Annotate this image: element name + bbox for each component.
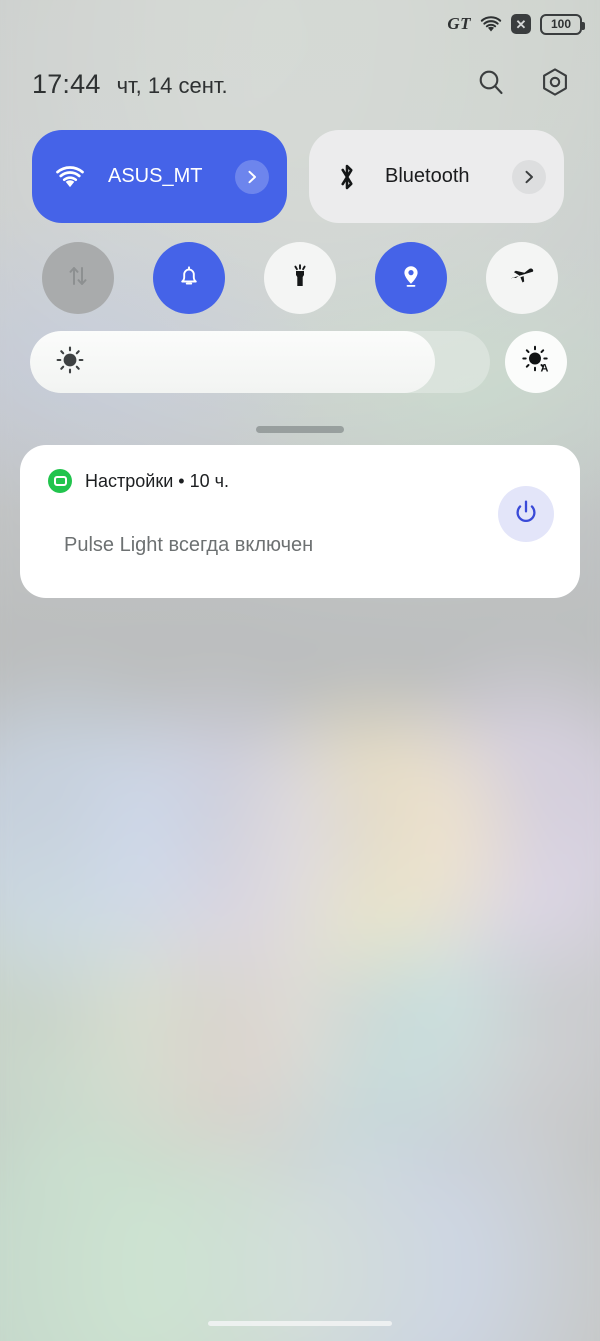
auto-brightness-button[interactable]: A — [505, 331, 567, 393]
notification-app-meta: Настройки • 10 ч. — [85, 470, 229, 491]
wifi-tile-label: ASUS_MT — [108, 165, 203, 187]
notification-power-button[interactable] — [498, 486, 554, 542]
brightness-row: A — [0, 330, 600, 394]
quick-settings-screen: GT ✕ 100 17:44 чт, 14 сент. ASUS_MT Blue… — [0, 0, 600, 1341]
chevron-right-icon[interactable] — [512, 159, 546, 194]
notification-card[interactable]: Настройки • 10 ч. Pulse Light всегда вкл… — [20, 445, 580, 598]
sound-mode-toggle[interactable] — [153, 242, 225, 314]
battery-indicator: 100 — [540, 13, 585, 35]
quick-settings-header: 17:44 чт, 14 сент. — [0, 58, 600, 110]
search-icon[interactable] — [476, 67, 506, 102]
home-indicator[interactable] — [208, 1321, 392, 1326]
bluetooth-icon — [331, 162, 363, 192]
mobile-data-toggle[interactable] — [42, 242, 114, 314]
airplane-icon — [507, 261, 537, 296]
flashlight-icon — [286, 261, 314, 296]
clock-date-group: 17:44 чт, 14 сент. — [32, 69, 228, 100]
bluetooth-tile-label: Bluetooth — [385, 165, 470, 187]
brightness-auto-icon: A — [519, 343, 553, 382]
header-actions — [476, 67, 570, 102]
flashlight-toggle[interactable] — [264, 242, 336, 314]
date-label: чт, 14 сент. — [116, 72, 228, 98]
auto-brightness-letter: A — [541, 362, 549, 374]
bell-icon — [174, 261, 204, 296]
bluetooth-tile[interactable]: Bluetooth — [309, 130, 564, 223]
clock-label: 17:44 — [32, 68, 101, 99]
gear-icon[interactable] — [540, 67, 570, 102]
status-bar: GT ✕ 100 — [0, 0, 600, 48]
wifi-icon — [480, 15, 502, 33]
settings-app-icon — [48, 469, 72, 493]
location-toggle[interactable] — [375, 242, 447, 314]
brightness-sun-icon — [54, 344, 86, 381]
panel-drag-handle[interactable] — [256, 426, 344, 433]
power-icon — [511, 497, 541, 532]
quick-toggles-row — [0, 242, 600, 314]
notification-header: Настройки • 10 ч. — [48, 469, 580, 493]
airplane-mode-toggle[interactable] — [486, 242, 558, 314]
wifi-tile[interactable]: ASUS_MT — [32, 130, 287, 223]
location-pin-icon — [397, 261, 425, 296]
brightness-slider[interactable] — [30, 331, 490, 393]
notification-body-text: Pulse Light всегда включен — [64, 534, 314, 556]
carrier-logo: GT — [447, 14, 471, 33]
x-badge-icon: ✕ — [511, 14, 531, 34]
chevron-right-icon[interactable] — [235, 159, 269, 194]
battery-level-label: 100 — [550, 17, 572, 31]
mobile-data-icon — [64, 262, 92, 295]
connectivity-tiles-row: ASUS_MT Bluetooth — [32, 130, 564, 223]
brightness-slider-fill — [30, 331, 435, 393]
wifi-icon — [54, 165, 86, 189]
